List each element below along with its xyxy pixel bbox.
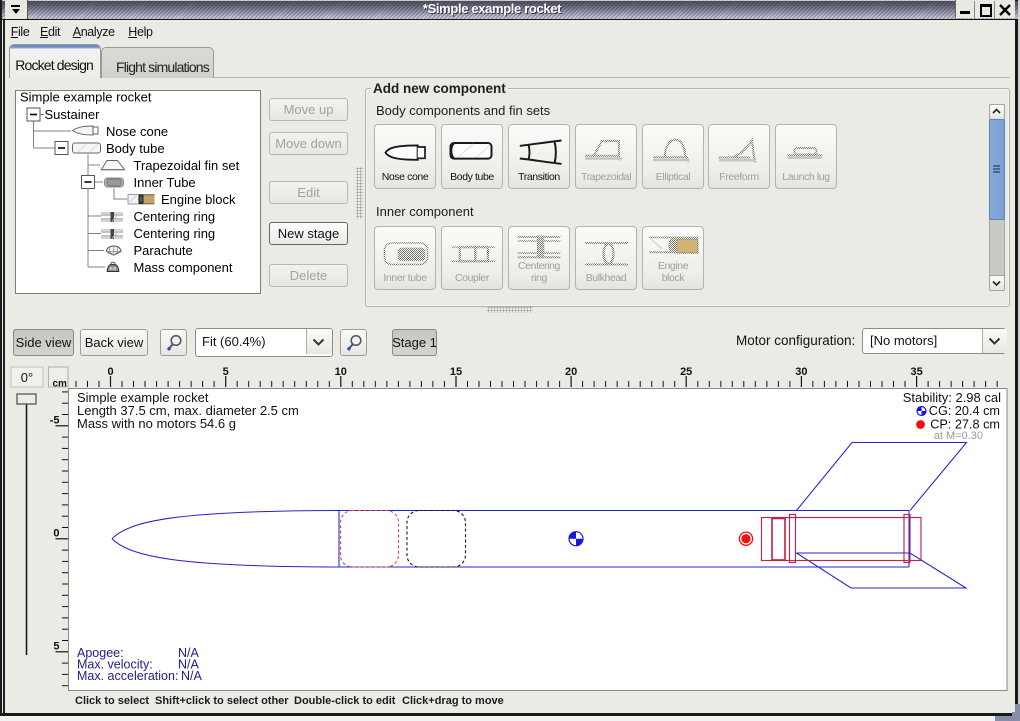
svg-text:Engine block: Engine block: [161, 192, 236, 207]
svg-text:Nose cone: Nose cone: [106, 124, 168, 139]
svg-text:Sustainer: Sustainer: [45, 107, 101, 122]
svg-text:10: 10: [335, 366, 347, 378]
svg-text:25: 25: [680, 366, 692, 378]
svg-text:15: 15: [450, 366, 462, 378]
svg-text:0: 0: [53, 527, 59, 539]
svg-text:Simple example rocket: Simple example rocket: [20, 90, 152, 105]
svg-text:Max. acceleration:: Max. acceleration:: [77, 669, 178, 683]
svg-text:5: 5: [223, 366, 229, 378]
svg-text:Trapezoidal fin set: Trapezoidal fin set: [134, 158, 240, 173]
svg-text:0: 0: [107, 366, 113, 378]
svg-text:at M=0.30: at M=0.30: [934, 430, 983, 442]
svg-text:Body tube: Body tube: [106, 141, 165, 156]
svg-text:35: 35: [910, 366, 922, 378]
svg-text:cm: cm: [53, 379, 68, 390]
svg-text:Mass component: Mass component: [134, 260, 233, 275]
svg-text:Stability: 2.98 cal: Stability: 2.98 cal: [903, 390, 1001, 405]
svg-text:0°: 0°: [21, 370, 33, 385]
svg-text:CG: 20.4 cm: CG: 20.4 cm: [929, 404, 1000, 418]
svg-text:Centering ring: Centering ring: [134, 209, 216, 224]
svg-text:N/A: N/A: [181, 669, 203, 683]
svg-text:20: 20: [565, 366, 577, 378]
svg-text:5: 5: [53, 640, 59, 652]
svg-text:Inner Tube: Inner Tube: [134, 175, 196, 190]
svg-text:Mass with no motors 54.6 g: Mass with no motors 54.6 g: [77, 416, 236, 431]
svg-text:KG: KG: [110, 266, 117, 271]
svg-text:30: 30: [795, 366, 807, 378]
svg-text:Parachute: Parachute: [134, 243, 193, 258]
svg-text:Centering ring: Centering ring: [134, 226, 216, 241]
svg-text:-5: -5: [50, 414, 60, 426]
